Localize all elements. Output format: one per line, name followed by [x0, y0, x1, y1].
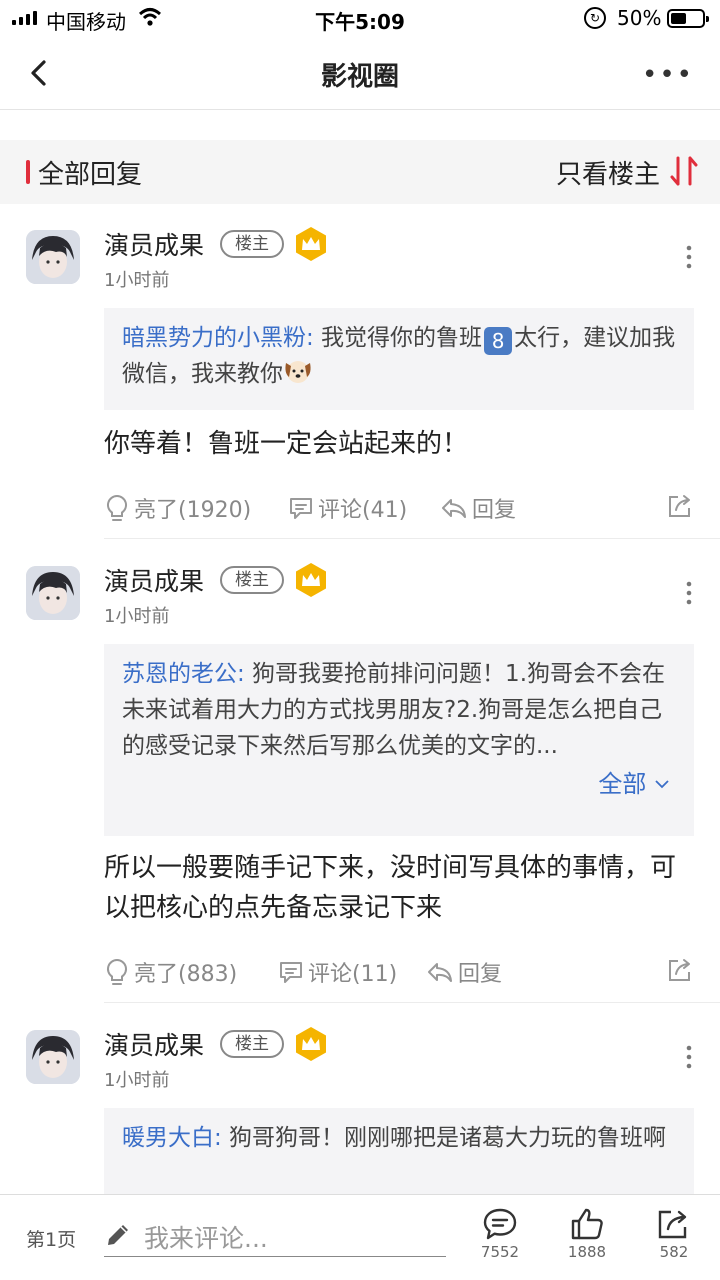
battery-percent: 50% [617, 6, 662, 30]
like-count: 亮了(883) [134, 962, 238, 987]
reply-label: 回复 [472, 498, 517, 523]
post-more-icon[interactable] [686, 580, 692, 606]
post-more-icon[interactable] [686, 1044, 692, 1070]
quoted-comment[interactable]: 苏恩的老公: 狗哥我要抢前排问问题！1.狗哥会不会在未来试着用大力的方式找男朋友… [104, 644, 694, 836]
more-menu-button[interactable]: ••• [642, 60, 694, 90]
status-time: 下午5:09 [315, 10, 405, 34]
reply-text: 你等着！鲁班一定会站起来的！ [104, 429, 469, 459]
comment-button[interactable]: 评论(41) [288, 492, 407, 524]
crown-icon [294, 1026, 328, 1062]
owner-badge: 楼主 [220, 566, 284, 594]
author-name[interactable]: 演员成果 [104, 562, 204, 598]
comment-total: 7552 [480, 1243, 520, 1261]
sort-icon[interactable] [670, 154, 698, 188]
comment-bubble-icon [483, 1208, 517, 1240]
author-name[interactable]: 演员成果 [104, 1026, 204, 1062]
share-button[interactable] [666, 492, 694, 520]
like-button[interactable]: 亮了(1920) [104, 492, 251, 524]
reply-label: 回复 [458, 962, 503, 987]
lightbulb-icon [106, 958, 128, 985]
dog-face-emoji-icon [283, 357, 313, 385]
share-post-button[interactable]: 582 [644, 1207, 704, 1261]
like-post-button[interactable]: 1888 [557, 1207, 617, 1261]
reply-actions: 亮了(883) 评论(11) 回复 [104, 956, 704, 996]
filter-bar: 全部回复 只看楼主 [0, 140, 720, 204]
comment-count: 评论(11) [308, 962, 398, 987]
pencil-icon [108, 1225, 128, 1245]
owner-badge: 楼主 [220, 1030, 284, 1058]
share-icon [658, 1210, 687, 1239]
quoted-comment[interactable]: 暖男大白: 狗哥狗哥！刚刚哪把是诸葛大力玩的鲁班啊 [104, 1108, 694, 1194]
reply-arrow-icon [442, 499, 466, 518]
share-icon [669, 959, 690, 981]
page-indicator[interactable]: 第1页 [26, 1225, 76, 1252]
divider [104, 538, 720, 539]
battery-icon [667, 9, 709, 28]
share-button[interactable] [666, 956, 694, 984]
rotation-lock-icon: ↻ [584, 7, 606, 29]
reply-button[interactable]: 回复 [426, 956, 502, 988]
reply-item: 演员成果 楼主 1小时前 暖男大白: 狗哥狗哥！刚刚哪把是诸葛大力玩的鲁班啊 [0, 1004, 720, 1194]
post-time: 1小时前 [104, 270, 170, 291]
comment-button[interactable]: 评论(11) [278, 956, 397, 988]
comment-icon [290, 498, 312, 519]
all-replies-tab[interactable]: 全部回复 [38, 154, 142, 191]
reply-actions: 亮了(1920) 评论(41) 回复 [104, 492, 704, 532]
crown-icon [294, 226, 328, 262]
reply-button[interactable]: 回复 [440, 492, 516, 524]
like-count: 亮了(1920) [134, 498, 252, 523]
comment-icon [280, 962, 302, 983]
bottom-bar: 第1页 我来评论... 7552 1888 582 [0, 1194, 720, 1280]
reply-text: 所以一般要随手记下来，没时间写具体的事情，可以把核心的点先备忘录记下来 [104, 853, 677, 923]
author-name[interactable]: 演员成果 [104, 226, 204, 262]
section-marker [26, 160, 30, 184]
post-more-icon[interactable] [686, 244, 692, 270]
share-total: 582 [659, 1243, 689, 1261]
avatar[interactable] [26, 566, 80, 620]
comment-count: 评论(41) [318, 498, 408, 523]
quoted-user[interactable]: 暖男大白: [122, 1125, 222, 1151]
quoted-text-a: 我觉得你的鲁班 [313, 325, 483, 351]
lightbulb-icon [106, 494, 128, 521]
comment-placeholder: 我来评论... [144, 1224, 268, 1253]
share-icon [669, 495, 690, 517]
reply-item: 演员成果 楼主 1小时前 暗黑势力的小黑粉: 我觉得你的鲁班 8 太行，建议加我微信… [0, 204, 720, 540]
avatar[interactable] [26, 230, 80, 284]
thumbs-up-icon [571, 1208, 603, 1240]
avatar[interactable] [26, 1030, 80, 1084]
like-total: 1888 [567, 1243, 607, 1261]
reply-arrow-icon [428, 963, 452, 982]
quoted-text: 狗哥狗哥！刚刚哪把是诸葛大力玩的鲁班啊 [221, 1125, 667, 1151]
quoted-comment[interactable]: 暗黑势力的小黑粉: 我觉得你的鲁班 8 太行，建议加我微信，我来教你 [104, 308, 694, 410]
chevron-down-icon [655, 780, 669, 789]
owner-badge: 楼主 [220, 230, 284, 258]
quoted-user[interactable]: 暗黑势力的小黑粉: [122, 325, 314, 351]
page-title: 影视圈 [320, 62, 399, 92]
expand-label: 全部 [598, 770, 647, 798]
comments-button[interactable]: 7552 [470, 1207, 530, 1261]
quoted-user[interactable]: 苏恩的老公: [122, 661, 245, 687]
comment-input[interactable]: 我来评论... [104, 1217, 446, 1257]
keycap-number-emoji: 8 [484, 327, 513, 355]
divider [104, 1002, 720, 1003]
crown-icon [294, 562, 328, 598]
nav-bar: 影视圈 ••• [0, 36, 720, 110]
post-time: 1小时前 [104, 606, 170, 627]
status-bar: 中国移动 下午5:09 ↻ 50% [0, 0, 720, 36]
reply-item: 演员成果 楼主 1小时前 苏恩的老公: 狗哥我要抢前排问问题！1.狗哥会不会在未… [0, 540, 720, 1004]
post-time: 1小时前 [104, 1070, 170, 1091]
expand-all-button[interactable]: 全部 [122, 766, 676, 802]
like-button[interactable]: 亮了(883) [104, 956, 237, 988]
owner-only-toggle[interactable]: 只看楼主 [556, 154, 660, 191]
